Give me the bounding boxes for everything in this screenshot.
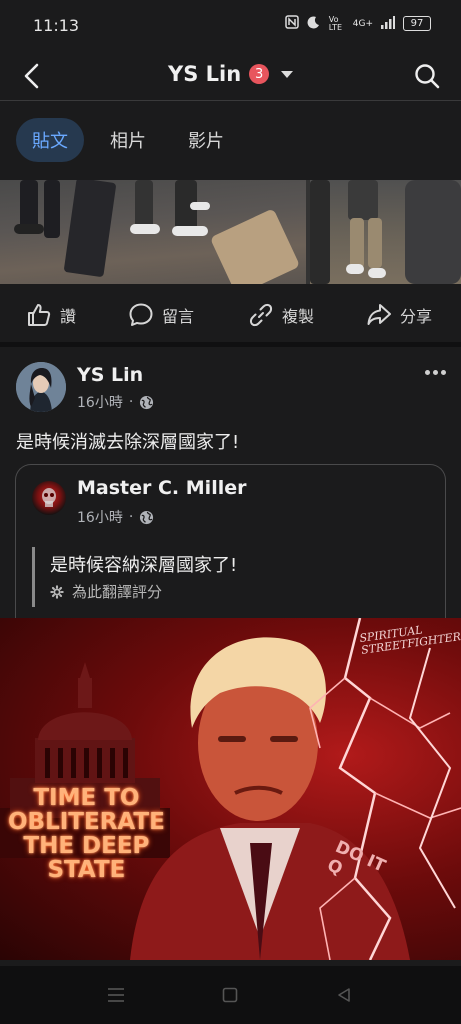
back-button[interactable] — [14, 58, 50, 94]
moon-icon — [307, 15, 321, 32]
post-actions: 讚 留言 複製 分享 — [0, 290, 461, 340]
search-button[interactable] — [409, 58, 445, 94]
shared-post-meta: 16小時 · — [77, 507, 154, 527]
previous-post-media[interactable] — [0, 180, 461, 284]
back-arrow-icon — [24, 63, 39, 89]
status-icons: Vo LTE 4G+ 97 — [285, 15, 431, 32]
profile-tabs: 貼文 相片 影片 — [16, 118, 240, 162]
post-author-name[interactable]: YS Lin — [77, 364, 143, 386]
copy-button[interactable]: 複製 — [248, 302, 314, 328]
meta-separator: · — [128, 394, 134, 410]
comment-label: 留言 — [162, 307, 195, 326]
more-options-button[interactable] — [420, 362, 450, 382]
like-button[interactable]: 讚 — [26, 302, 76, 328]
poster-headline: TIME TO OBLITERATE THE DEEP STATE — [8, 785, 165, 883]
translate-label: 為此翻譯評分 — [72, 583, 163, 601]
avatar[interactable] — [16, 362, 66, 412]
tab-posts[interactable]: 貼文 — [16, 118, 84, 162]
globe-icon — [140, 510, 154, 524]
volte-label: Vo LTE — [328, 14, 343, 32]
tab-videos[interactable]: 影片 — [172, 118, 240, 162]
square-icon — [222, 987, 238, 1003]
notification-badge: 3 — [249, 64, 270, 84]
copy-label: 複製 — [282, 307, 315, 326]
menu-lines-icon — [108, 988, 124, 1002]
signal-label: 4G+ — [352, 18, 373, 29]
tab-photos[interactable]: 相片 — [94, 118, 162, 162]
quote-bar — [32, 547, 35, 607]
comment-button[interactable]: 留言 — [128, 302, 194, 328]
post-time[interactable]: 16小時 — [77, 392, 123, 412]
status-time: 11:13 — [33, 16, 80, 35]
more-icon — [424, 369, 430, 375]
title-bar: YS Lin 3 — [0, 52, 461, 100]
link-icon — [249, 303, 273, 327]
triangle-back-icon — [338, 988, 350, 1002]
comment-icon — [129, 303, 153, 326]
shared-author-avatar[interactable] — [32, 481, 66, 515]
signal-icon — [381, 15, 395, 32]
chevron-down-icon — [281, 70, 294, 78]
like-label: 讚 — [60, 307, 77, 326]
share-button[interactable]: 分享 — [366, 302, 432, 328]
shared-post-text: 是時候容納深層國家了! — [50, 555, 238, 576]
post-meta: 16小時 · — [77, 392, 154, 412]
search-icon — [415, 64, 440, 89]
feed-separator — [0, 342, 461, 347]
system-nav-bar — [0, 966, 461, 1024]
status-bar: 11:13 Vo LTE 4G+ 97 — [0, 0, 461, 52]
share-label: 分享 — [400, 307, 433, 326]
system-back-button[interactable] — [332, 984, 356, 1006]
globe-icon — [140, 395, 154, 409]
battery-icon: 97 — [403, 16, 431, 31]
page-title: YS Lin — [168, 62, 242, 86]
shared-post-card[interactable]: Master C. Miller 16小時 · 是時候容納深層國家了! 為此翻譯… — [15, 464, 446, 635]
header-divider — [0, 100, 461, 101]
street-video-thumbnail[interactable] — [0, 180, 306, 284]
gear-icon — [50, 584, 64, 599]
nfc-icon — [285, 15, 299, 32]
thumbs-up-icon — [28, 304, 51, 326]
recent-apps-button[interactable] — [104, 984, 128, 1006]
street-video-thumbnail-2[interactable] — [310, 180, 461, 284]
share-arrow-icon — [367, 304, 391, 325]
lightning-illustration — [309, 618, 461, 960]
home-button[interactable] — [218, 984, 242, 1006]
post-text: 是時候消滅去除深層國家了! — [16, 432, 240, 453]
meta-separator: · — [128, 509, 134, 525]
profile-switcher[interactable]: YS Lin 3 — [168, 62, 294, 86]
post-image[interactable]: TIME TO OBLITERATE THE DEEP STATE SPIRIT… — [0, 618, 461, 960]
rate-translation-link[interactable]: 為此翻譯評分 — [50, 581, 162, 602]
shared-author-name[interactable]: Master C. Miller — [77, 477, 246, 499]
shared-post-time[interactable]: 16小時 — [77, 507, 123, 527]
